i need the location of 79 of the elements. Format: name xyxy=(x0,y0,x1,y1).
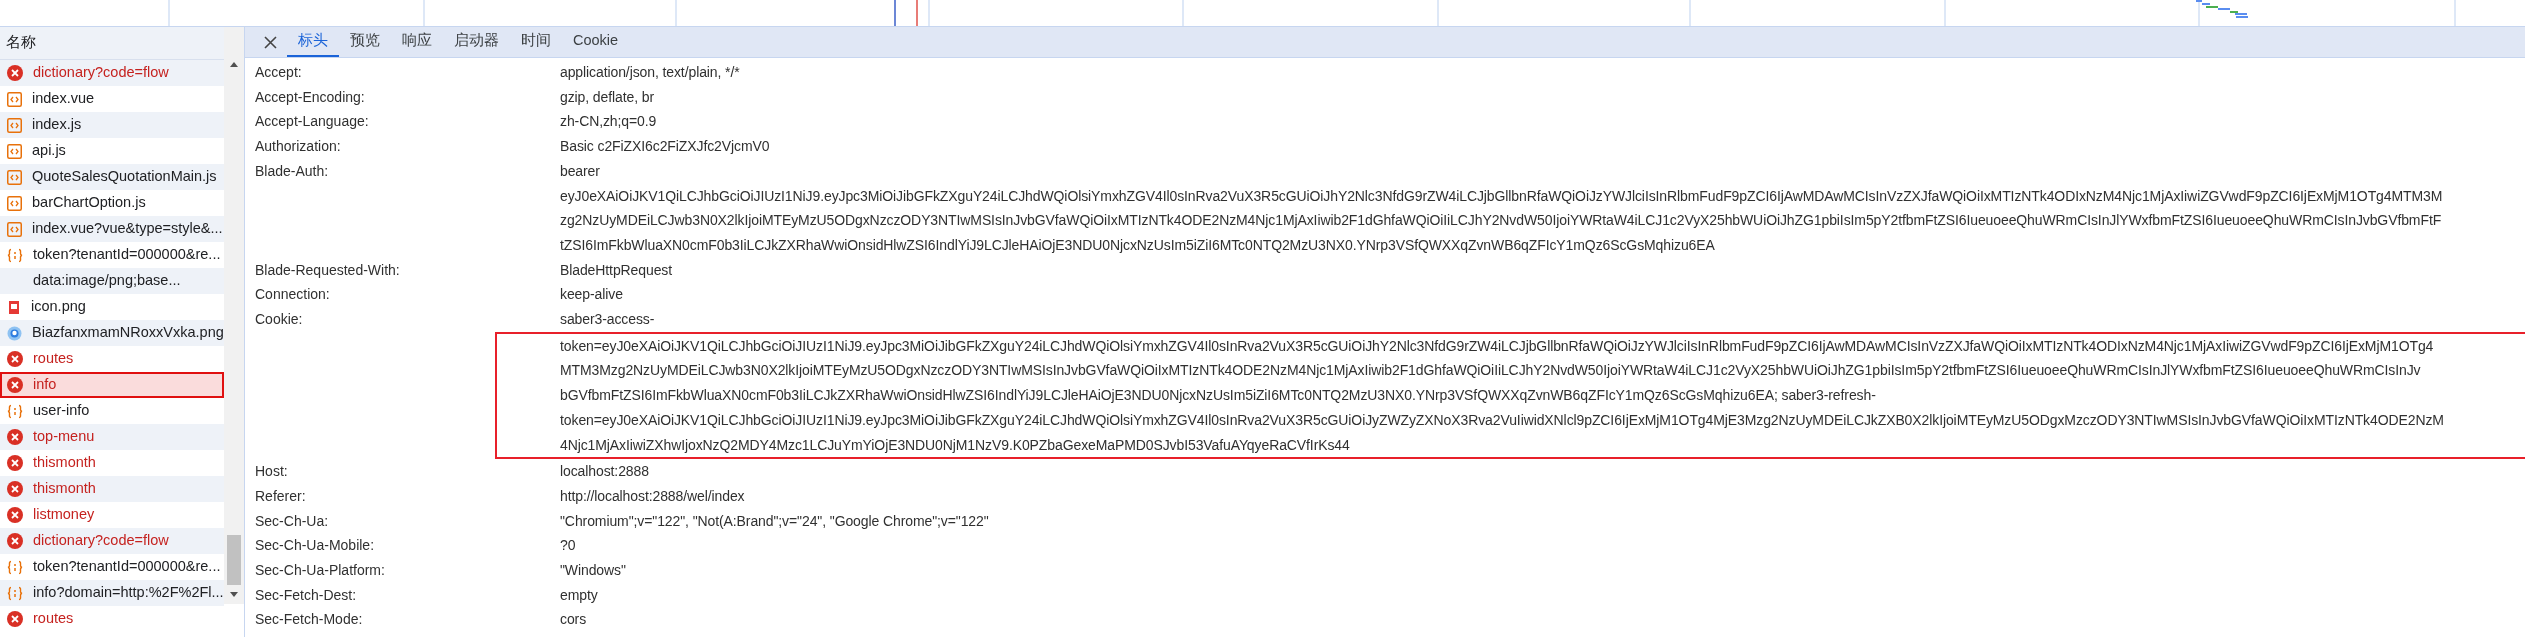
header-value: zh-CN,zh;q=0.9 xyxy=(560,112,657,132)
panel-tab[interactable]: Cookie xyxy=(562,27,630,57)
name-column-header[interactable]: 名称 xyxy=(0,27,224,60)
header-name: Cookie: xyxy=(254,310,304,330)
panel-tab[interactable]: 启动器 xyxy=(443,27,510,57)
script-file-icon xyxy=(7,143,22,159)
header-value: eyJ0eXAiOiJKV1QiLCJhbGciOiJIUzI1NiJ9.eyJpc3MiOiJibGFkZXguY24iLCJhdWQiOlsiYmxhZGV4Il0sInRva2VuX3R5cGUiOiJhY2Nlc3NfdG9rZW4iLCJjbGllbnRfaWQiOiJzYWJlciIsInRlbmFudF9pZCI6IjAwMDAwMCIsInVzZXJfaWQiOiIxMTIzNTk4ODIxNzM4Njc1MjAxIiwiZGVwdF9pZCI6IjExMjM1OTg4MTM3M xyxy=(560,186,2443,206)
error-icon xyxy=(7,533,23,549)
header-name: Accept-Encoding: xyxy=(254,87,366,107)
header-value: application/json, text/plain, */* xyxy=(560,63,740,82)
request-row[interactable]: QuoteSalesQuotationMain.js xyxy=(0,164,224,190)
header-value: bearer xyxy=(560,161,600,181)
close-icon xyxy=(263,35,277,49)
error-icon xyxy=(7,455,23,471)
header-value: saber3-access- xyxy=(560,310,655,330)
header-name: Sec-Fetch-Mode: xyxy=(254,610,364,630)
header-name: Blade-Requested-With: xyxy=(254,260,401,280)
error-icon xyxy=(7,429,23,445)
header-value: Basic c2FiZXI6c2FiZXJfc2VjcmV0 xyxy=(560,137,770,157)
header-value: "Chromium";v="122", "Not(A:Brand";v="24", "Google Chrome";v="122" xyxy=(560,511,989,531)
script-file-icon xyxy=(7,169,22,185)
error-icon xyxy=(7,507,23,523)
braces-icon xyxy=(7,585,23,601)
header-name: Accept-Language: xyxy=(254,112,370,132)
braces-icon xyxy=(7,559,23,575)
header-name: Authorization: xyxy=(254,137,342,157)
header-name: Sec-Fetch-Dest: xyxy=(254,585,358,605)
request-row[interactable]: dictionary?code=flow xyxy=(0,60,224,86)
script-file-icon xyxy=(7,91,22,107)
header-value: ?0 xyxy=(560,536,576,556)
header-value: tZSI6ImFkbWluaXN0cmF0b3IiLCJkZXRhaWwiOnsidHlwZSI6IndlYiJ9LCJleHAiOjE3NDU0NjcxNzUsIm5iZiI6MTc0NTQ2MzU3NX0.YNrp3VSfQWXXqZvnWB6qZFIcY1mQz6ScGsMqhizu6EA xyxy=(560,235,1715,255)
header-value: 4Njc1MjAxIiwiZXhwIjoxNzQ2MDY4Mzc1LCJuYmYiOjE3NDU0NjM1NzV9.K0PZbaGexeMaPMD0SJvbI53VafuAYqyeRaCVfIrKs44 xyxy=(560,435,1350,455)
request-row[interactable]: BiazfanxmamNRoxxVxka.png xyxy=(0,320,224,346)
script-file-icon xyxy=(7,221,22,237)
header-name: Connection: xyxy=(254,285,331,305)
panel-tab[interactable]: 时间 xyxy=(510,27,562,57)
request-row[interactable]: info?domain=http:%2F%2Fl... xyxy=(0,580,224,606)
error-icon xyxy=(7,65,23,81)
header-value: gzip, deflate, br xyxy=(560,87,655,107)
error-icon xyxy=(7,351,23,367)
request-row[interactable]: info xyxy=(0,372,224,398)
error-icon xyxy=(7,481,23,497)
header-value: localhost:2888 xyxy=(560,462,649,482)
header-value: cors xyxy=(560,610,587,630)
header-value: "Windows" xyxy=(560,561,626,581)
image-thumbnail-icon xyxy=(7,325,22,341)
error-icon xyxy=(7,611,23,627)
request-row[interactable]: dictionary?code=flow xyxy=(0,528,224,554)
header-name: Sec-Ch-Ua-Platform: xyxy=(254,561,386,581)
request-row[interactable]: index.vue?vue&type=style&... xyxy=(0,216,224,242)
header-value: MTM3Mzg2NzUyMDEiLCJwb3N0X2lkIjoiMTEyMzU5ODgxNzczODY3NTIwMSIsInJvbGVfaWQiOiIxMTIzNTk4ODE2NzM4Njc1MjAxIiwib2F1dGhfaWQiOiIiLCJhY2NvdW50IjoiYWRtaW4iLCJ1c2VyX25hbWUiOiJhZG1pbiIsIm5pY2tfbmFtZSI6IueuoeeQhuWRmCIsInJlYWxfbmFtZSI6IueuoeeQhuWRmCIsInJv xyxy=(560,361,2421,381)
header-name: Accept: xyxy=(254,63,303,82)
header-name: Host: xyxy=(254,462,289,482)
header-name: Sec-Ch-Ua-Mobile: xyxy=(254,536,376,556)
header-value: token=eyJ0eXAiOiJKV1QiLCJhbGciOiJIUzI1NiJ9.eyJpc3MiOiJibGFkZXguY24iLCJhdWQiOlsiYmxhZGV4Il0sInRva2VuX3R5cGUiOiJyZWZyZXNoX3Rva2VuIiwidXNlcl9pZCI6IjExMjM1OTg4MjE3Mzg2NzUyMDEiLCJkZXB0X2lkIjoiMTEyMzU5ODgxMzczODY3NTIwMSIsInJvbGVfaWQiOiIxMTIzNTk4ODE2NzM xyxy=(560,410,2444,430)
header-value: BladeHttpRequest xyxy=(560,260,673,280)
header-value: empty xyxy=(560,585,598,605)
request-row[interactable]: thismonth xyxy=(0,476,224,502)
header-value: http://localhost:2888/wel/index xyxy=(560,486,745,506)
request-row[interactable]: top-menu xyxy=(0,424,224,450)
script-file-icon xyxy=(7,195,22,211)
braces-icon xyxy=(7,403,23,419)
header-name: Sec-Ch-Ua: xyxy=(254,511,330,531)
scrollbar[interactable] xyxy=(224,27,244,604)
image-file-icon xyxy=(7,299,21,315)
header-name: Referer: xyxy=(254,486,307,506)
header-value: token=eyJ0eXAiOiJKV1QiLCJhbGciOiJIUzI1NiJ9.eyJpc3MiOiJibGFkZXguY24iLCJhdWQiOlsiYmxhZGV4Il0sInRva2VuX3R5cGUiOiJhY2Nlc3NfdG9rZW4iLCJjbGllbnRfaWQiOiJzYWJlciIsInRlbmFudF9pZCI6IjAwMDAwMCIsInVzZXJfaWQiOiIxMTIzNTk4ODIxNzM4Njc1MjAxIiwiZGVwdF9pZCI6IjExMjM1OTg4 xyxy=(560,336,2434,356)
request-row[interactable]: index.js xyxy=(0,112,224,138)
header-value: bGVfbmFtZSI6ImFkbWluaXN0cmF0b3IiLCJkZXRhaWwiOnsidHlwZSI6IndlYiJ9LCJleHAiOjE3NDU0NjcxNzUsIm5iZiI6MTc0NTQ2MzU3NX0.YNrp3VSfQWXXqZvnWB6qZFIcY1mQz6ScGsMqhizu6EA; saber3-refresh- xyxy=(560,386,1876,406)
error-icon xyxy=(7,377,23,393)
header-value: keep-alive xyxy=(560,285,623,305)
header-value: zg2NzUyMDEiLCJwb3N0X2lkIjoiMTEyMzU5ODgxNzczODY3NTIwMSIsInJvbGVfaWQiOiIxMTIzNTk4ODE2NzM4Njc1MjAxIiwib2F1dGhfaWQiOiIiLCJhY2NvdW50IjoiYWRtaW4iLCJ1c2VyX25hbWUiOiJhZG1pbiIsIm5pY2tfbmFtZSI6IueuoeeQhuWRmCIsInJlYWxfbmFtZSI6IueuoeeQhuWRmCIsInJvbGVfbmFtF xyxy=(560,211,2442,231)
header-name: Blade-Auth: xyxy=(254,161,330,181)
panel-tab[interactable]: 响应 xyxy=(391,27,443,57)
script-file-icon xyxy=(7,117,22,133)
braces-icon xyxy=(7,247,23,263)
panel-tab[interactable]: 预览 xyxy=(339,27,391,57)
request-row[interactable]: data:image/png;base... xyxy=(0,268,224,294)
panel-tab[interactable]: 标头 xyxy=(287,27,339,57)
